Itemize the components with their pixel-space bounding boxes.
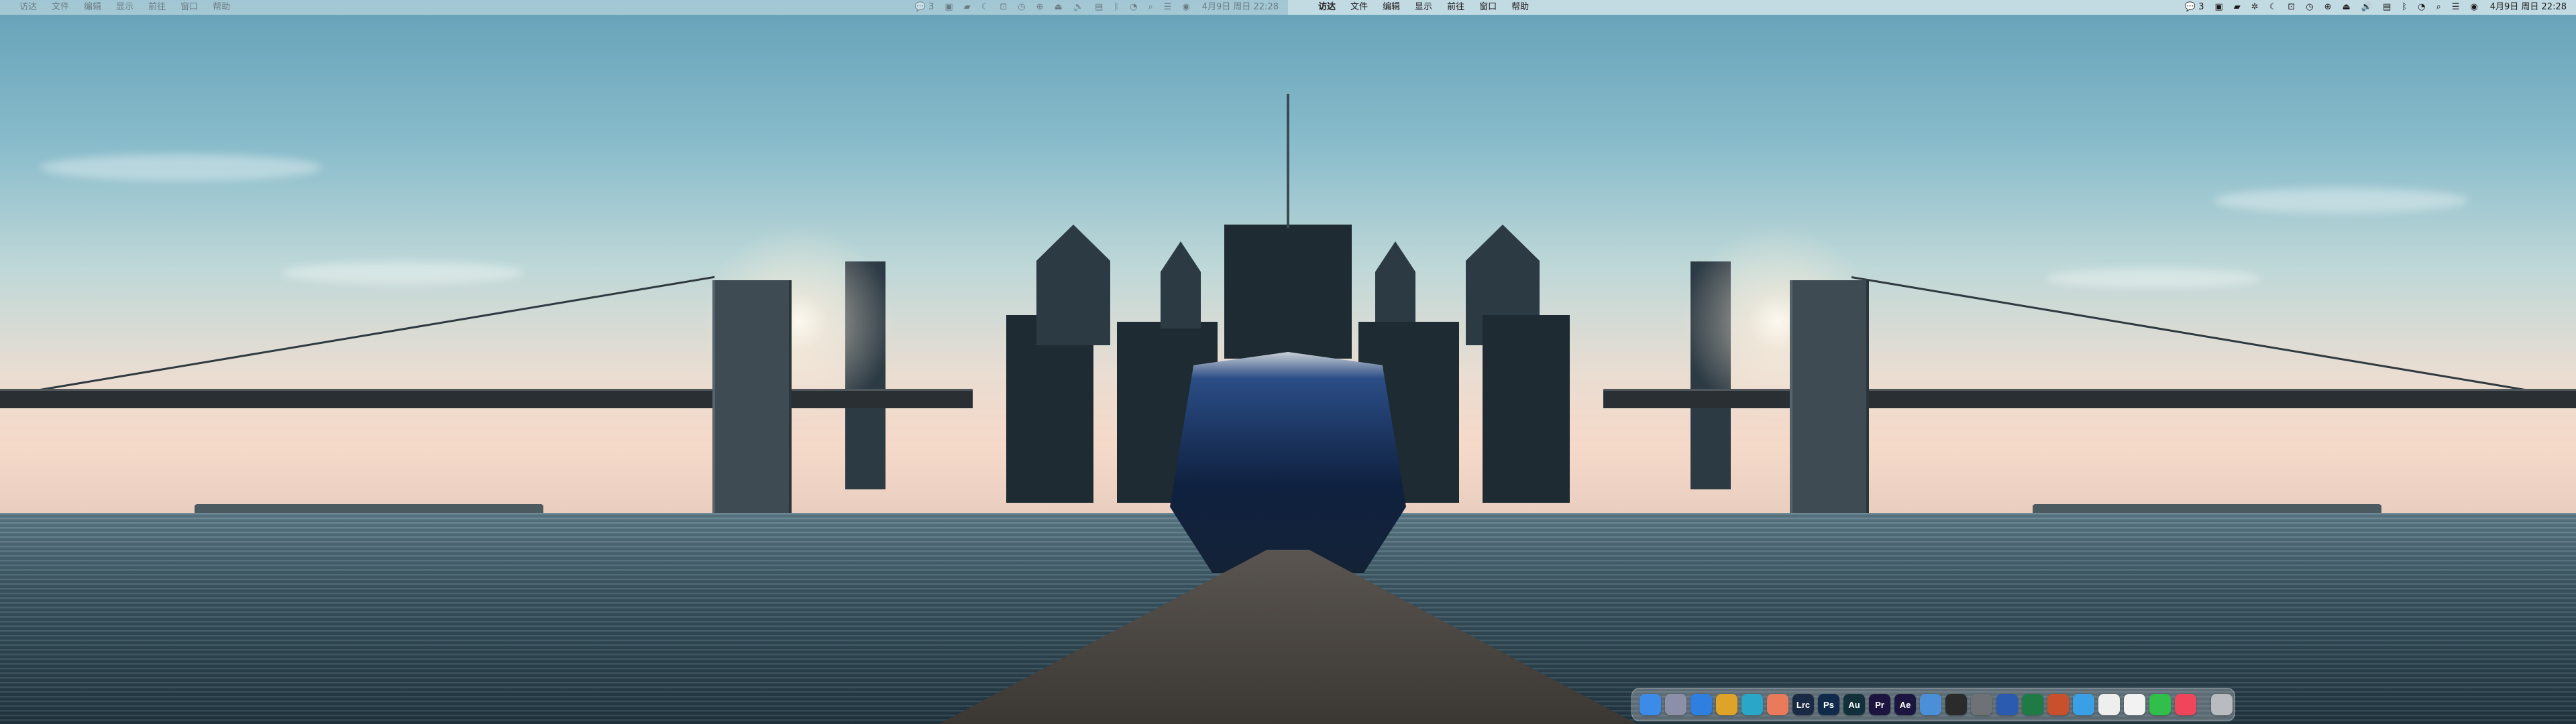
screenshot-icon[interactable]: ⊡ (994, 0, 1012, 15)
eject-icon[interactable]: ⏏ (2337, 0, 2356, 15)
menubar-main-display: 访达 文件 编辑 显示 前往 窗口 帮助 💬 3 ▣ ▰ ✲ ☾ ⊡ ◷ ⊕ ⏏ 🔊 ▤ ᛒ ◔ ⌕ ☰ ◉ 4… (1288, 0, 2576, 15)
chat-bubble-icon[interactable]: ▰ (959, 0, 976, 15)
siri-icon[interactable]: ◉ (1177, 0, 1195, 15)
siri-icon[interactable]: ◉ (2465, 0, 2483, 15)
menu-file[interactable]: 文件 (1343, 0, 1375, 15)
input-source-icon[interactable]: ▤ (1089, 0, 1108, 15)
volume-icon[interactable]: 🔊 (2356, 0, 2377, 15)
bridge-tower (1790, 280, 1869, 520)
menu-finder[interactable]: 访达 (12, 0, 44, 15)
cloud (40, 154, 322, 181)
control-center-icon[interactable]: ☰ (1159, 0, 1177, 15)
menubar-clock[interactable]: 4月9日 周日 22:28 (2483, 0, 2569, 15)
menu-view[interactable]: 显示 (1407, 0, 1440, 15)
premiere-icon[interactable]: Pr (1869, 694, 1890, 715)
bridge-deck (0, 389, 973, 408)
desktop-wallpaper (0, 0, 2576, 724)
antenna-spire (1287, 94, 1289, 228)
menu-edit[interactable]: 编辑 (1375, 0, 1407, 15)
wechat-dock-icon[interactable] (2149, 694, 2171, 715)
powerpoint-icon[interactable] (2047, 694, 2069, 715)
menu-edit[interactable]: 编辑 (76, 0, 109, 15)
menu-file[interactable]: 文件 (44, 0, 76, 15)
finder-icon[interactable] (1640, 694, 1661, 715)
skyline-building (1483, 315, 1570, 503)
menubar-menu-items: 访达 文件 编辑 显示 前往 窗口 帮助 (12, 0, 237, 15)
menu-finder[interactable]: 访达 (1311, 0, 1343, 15)
moon-icon[interactable]: ☾ (2264, 0, 2283, 15)
terminal-icon[interactable]: ▣ (2209, 0, 2228, 15)
cloud (282, 261, 523, 284)
excel-icon[interactable] (2022, 694, 2043, 715)
time-machine-icon[interactable]: ⊕ (1031, 0, 1049, 15)
far-shoreline (2033, 504, 2381, 514)
search-icon[interactable]: ⌕ (1142, 0, 1158, 15)
input-source-icon[interactable]: ▤ (2377, 0, 2396, 15)
audition-icon[interactable]: Au (1843, 694, 1865, 715)
time-machine-icon[interactable]: ⊕ (2319, 0, 2337, 15)
cloud (2214, 188, 2469, 213)
timer-icon[interactable]: ◷ (1012, 0, 1030, 15)
chat-bubble-icon[interactable]: ▰ (2229, 0, 2246, 15)
screenshot-icon[interactable]: ⊡ (2282, 0, 2300, 15)
skyline-building (1224, 225, 1352, 359)
music-icon[interactable] (2175, 694, 2196, 715)
menu-help[interactable]: 帮助 (205, 0, 237, 15)
after-effects-icon[interactable]: Ae (1894, 694, 1916, 715)
timer-icon[interactable]: ◷ (2300, 0, 2318, 15)
bluetooth-icon[interactable]: ᛒ (2396, 0, 2412, 15)
twitter-icon[interactable] (2073, 694, 2094, 715)
cloud (2046, 268, 2261, 288)
gear-icon[interactable]: ✲ (2246, 0, 2264, 15)
terminal-icon[interactable]: ▣ (939, 0, 958, 15)
menu-view[interactable]: 显示 (109, 0, 141, 15)
trash-icon[interactable] (2211, 694, 2233, 715)
eject-icon[interactable]: ⏏ (1049, 0, 1068, 15)
word-icon[interactable] (1996, 694, 2018, 715)
menu-go[interactable]: 前往 (141, 0, 173, 15)
menubar-status-area: 💬 3 ▣ ▰ ☾ ⊡ ◷ ⊕ ⏏ 🔊 ▤ ᛒ ◔ ⌕ ☰ ◉ 4月9日 周日 22:28 (910, 0, 1288, 15)
bridge-tower (712, 280, 792, 520)
final-cut-icon[interactable] (1945, 694, 1967, 715)
volume-icon[interactable]: 🔊 (1068, 0, 1089, 15)
qq-icon[interactable] (2124, 694, 2145, 715)
finder-alt-icon[interactable] (1920, 694, 1941, 715)
ferry-boat (1170, 352, 1406, 573)
wifi-icon[interactable]: ◔ (2412, 0, 2430, 15)
wechat-icon[interactable]: 💬 3 (910, 0, 940, 15)
chrome-icon[interactable] (1716, 694, 1737, 715)
menu-window[interactable]: 窗口 (173, 0, 205, 15)
lightroom-classic-icon[interactable]: Lrc (1792, 694, 1814, 715)
menubar-secondary-display: 访达 文件 编辑 显示 前往 窗口 帮助 💬 3 ▣ ▰ ☾ ⊡ ◷ ⊕ ⏏ 🔊 ▤ ᛒ ◔ ⌕ ☰ ◉ 4月… (0, 0, 1288, 15)
photos-icon[interactable] (1767, 694, 1788, 715)
menubar-status-area: 💬 3 ▣ ▰ ✲ ☾ ⊡ ◷ ⊕ ⏏ 🔊 ▤ ᛒ ◔ ⌕ ☰ ◉ 4月9日 周日 22:28 (2180, 0, 2576, 15)
dock: Lrc Ps Au Pr Ae (1631, 688, 2235, 721)
edge-icon[interactable] (1741, 694, 1763, 715)
menu-help[interactable]: 帮助 (1504, 0, 1536, 15)
safari-icon[interactable] (1690, 694, 1712, 715)
wechat-icon[interactable]: 💬 3 (2180, 0, 2210, 15)
menu-window[interactable]: 窗口 (1472, 0, 1504, 15)
control-center-icon[interactable]: ☰ (2447, 0, 2465, 15)
menubar-clock[interactable]: 4月9日 周日 22:28 (1195, 0, 1281, 15)
wifi-icon[interactable]: ◔ (1124, 0, 1142, 15)
bridge-deck (1603, 389, 2576, 408)
system-preferences-icon[interactable] (1971, 694, 1992, 715)
launchpad-icon[interactable] (1665, 694, 1686, 715)
far-shoreline (195, 504, 543, 514)
photoshop-icon[interactable]: Ps (1818, 694, 1839, 715)
moon-icon[interactable]: ☾ (976, 0, 995, 15)
search-icon[interactable]: ⌕ (2430, 0, 2446, 15)
notes-icon[interactable] (2098, 694, 2120, 715)
menu-go[interactable]: 前往 (1440, 0, 1472, 15)
menubar-menu-items: 访达 文件 编辑 显示 前往 窗口 帮助 (1288, 0, 1536, 15)
bluetooth-icon[interactable]: ᛒ (1108, 0, 1124, 15)
